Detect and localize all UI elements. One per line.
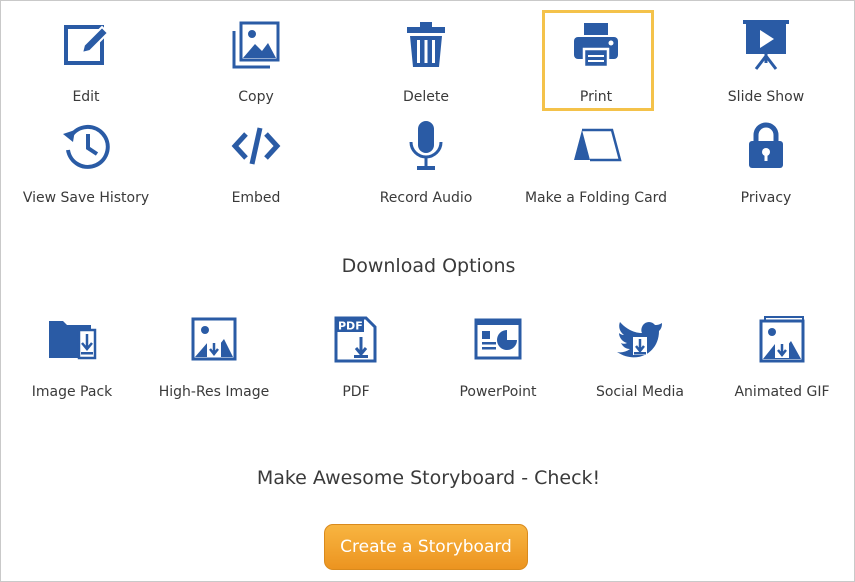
pdf-download-icon: PDF xyxy=(334,316,377,363)
powerpoint-label: PowerPoint xyxy=(459,384,537,400)
print-action[interactable]: Print xyxy=(516,19,676,105)
record-audio-action[interactable]: Record Audio xyxy=(346,120,506,206)
view-save-history-label: View Save History xyxy=(22,190,150,206)
image-download-icon xyxy=(191,317,237,361)
high-res-image-label: High-Res Image xyxy=(158,384,270,400)
edit-label: Edit xyxy=(72,89,100,105)
slideshow-icon xyxy=(743,20,789,70)
embed-label: Embed xyxy=(231,190,281,206)
svg-text:PDF: PDF xyxy=(338,320,363,333)
slide-show-label: Slide Show xyxy=(727,89,805,105)
powerpoint-icon xyxy=(474,318,522,360)
social-media-download[interactable]: Social Media xyxy=(570,315,710,400)
copy-icon xyxy=(232,21,280,69)
powerpoint-download[interactable]: PowerPoint xyxy=(428,315,568,400)
privacy-label: Privacy xyxy=(740,190,792,206)
animated-gif-label: Animated GIF xyxy=(734,384,830,400)
high-res-image-download[interactable]: High-Res Image xyxy=(144,315,284,400)
download-options-heading: Download Options xyxy=(341,255,516,277)
trash-icon xyxy=(407,22,445,67)
delete-label: Delete xyxy=(403,89,449,105)
copy-action[interactable]: Copy xyxy=(176,19,336,105)
copy-label: Copy xyxy=(238,89,274,105)
printer-icon xyxy=(574,23,618,69)
animated-gif-icon xyxy=(759,316,805,363)
edit-icon xyxy=(64,25,110,65)
pdf-label: PDF xyxy=(342,384,370,400)
pdf-download[interactable]: PDF PDF xyxy=(286,315,426,400)
twitter-download-icon xyxy=(617,322,662,358)
animated-gif-download[interactable]: Animated GIF xyxy=(712,315,852,400)
folder-download-icon xyxy=(49,321,97,360)
folding-card-icon xyxy=(574,128,622,162)
create-storyboard-button[interactable]: Create a Storyboard xyxy=(324,524,528,570)
privacy-action[interactable]: Privacy xyxy=(686,120,846,206)
image-pack-download[interactable]: Image Pack xyxy=(2,315,142,400)
slide-show-action[interactable]: Slide Show xyxy=(686,19,846,105)
storyboard-cta-heading: Make Awesome Storyboard - Check! xyxy=(256,467,601,489)
storyboard-actions-panel: Edit Copy Delete Print Slide Show View S… xyxy=(0,0,855,582)
edit-action[interactable]: Edit xyxy=(6,19,166,105)
embed-action[interactable]: Embed xyxy=(176,120,336,206)
image-pack-label: Image Pack xyxy=(31,384,113,400)
record-audio-label: Record Audio xyxy=(379,190,473,206)
make-folding-card-action[interactable]: Make a Folding Card xyxy=(516,120,676,206)
social-media-label: Social Media xyxy=(595,384,684,400)
history-icon xyxy=(63,124,110,169)
delete-action[interactable]: Delete xyxy=(346,19,506,105)
microphone-icon xyxy=(409,121,443,170)
view-save-history-action[interactable]: View Save History xyxy=(6,120,166,206)
make-folding-card-label: Make a Folding Card xyxy=(524,190,668,206)
lock-icon xyxy=(749,122,783,168)
print-label: Print xyxy=(579,89,613,105)
code-icon xyxy=(231,127,281,165)
